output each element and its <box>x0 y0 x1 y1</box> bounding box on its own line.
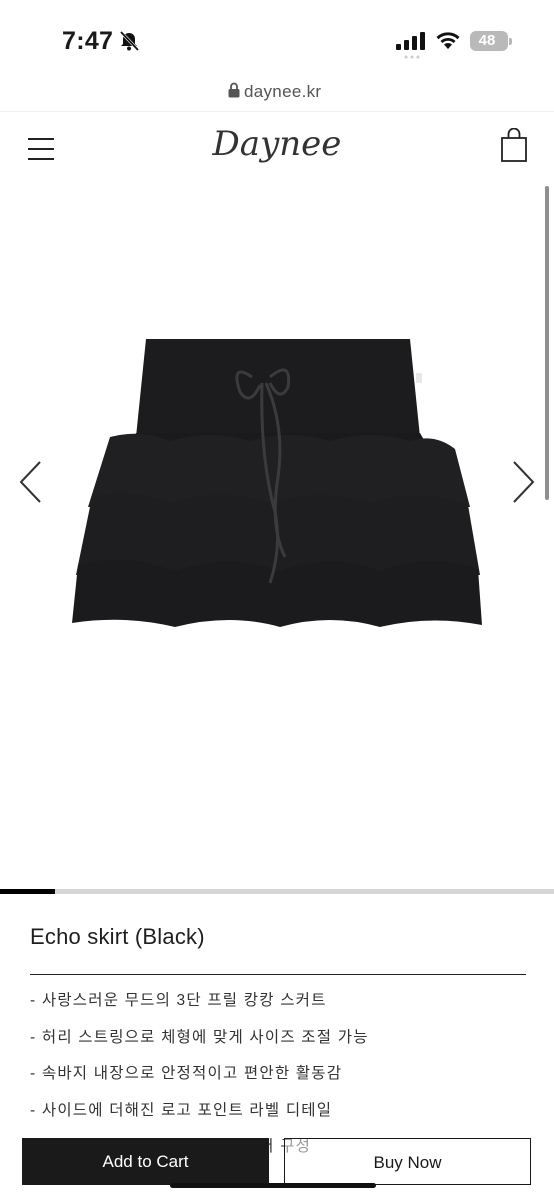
gallery-progress-fill <box>0 889 56 894</box>
chevron-left-icon[interactable] <box>18 460 44 504</box>
site-logo[interactable]: Daynee <box>200 124 354 168</box>
battery-icon: 48 <box>470 31 512 51</box>
description-item: - 사랑스러운 무드의 3단 프릴 캉캉 스커트 <box>30 992 327 1009</box>
cellular-signal-icon <box>396 32 425 50</box>
description-item: - 속바지 내장으로 안정적이고 편안한 활동감 <box>30 1065 343 1082</box>
buy-now-button[interactable]: Buy Now <box>284 1138 531 1185</box>
battery-tip <box>509 38 512 45</box>
bell-slash-icon <box>119 30 140 52</box>
page-scrollbar[interactable] <box>545 186 549 500</box>
title-divider <box>30 974 526 975</box>
lock-icon <box>228 82 240 98</box>
shopping-bag-icon[interactable] <box>501 128 527 162</box>
description-item: - 사이드에 더해진 로고 포인트 라벨 디테일 <box>30 1101 333 1119</box>
wifi-icon <box>436 32 460 49</box>
product-image-skirt[interactable] <box>70 337 485 629</box>
chevron-right-icon[interactable] <box>510 460 536 504</box>
url-text[interactable]: daynee.kr <box>244 82 321 102</box>
hamburger-menu-icon[interactable] <box>28 138 54 160</box>
status-time: 7:47 <box>62 27 114 55</box>
cellular-indicator-dots <box>404 55 420 59</box>
product-title: Echo skirt (Black) <box>30 924 205 949</box>
add-to-cart-button[interactable]: Add to Cart <box>22 1138 269 1185</box>
description-item: - 허리 스트링으로 체형에 맞게 사이즈 조절 가능 <box>30 1028 369 1046</box>
battery-level: 48 <box>478 32 496 49</box>
gallery-progress-track <box>0 889 554 894</box>
home-indicator <box>170 1183 376 1188</box>
